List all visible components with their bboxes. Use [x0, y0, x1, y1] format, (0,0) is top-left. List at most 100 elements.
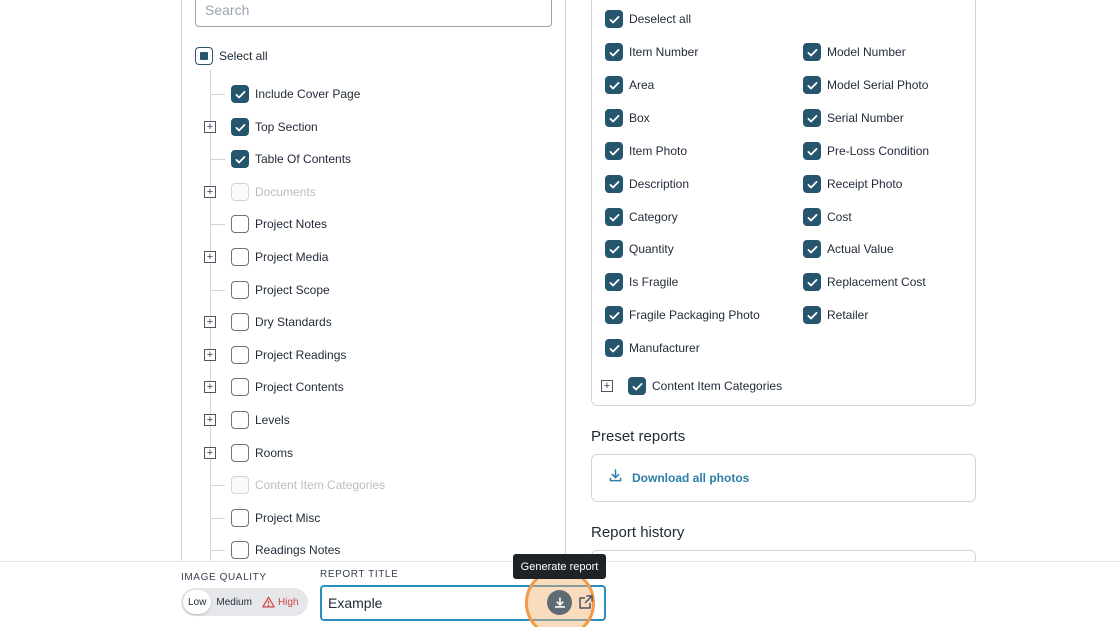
field-cost[interactable]: Cost — [803, 205, 852, 229]
tree-item-project-notes[interactable]: Project Notes — [231, 212, 327, 236]
tree-item-content-item-categories: Content Item Categories — [231, 473, 385, 497]
plus-square-icon[interactable]: + — [204, 251, 216, 263]
field-checkbox[interactable] — [605, 273, 623, 291]
field-checkbox[interactable] — [605, 175, 623, 193]
tree-item-checkbox[interactable] — [231, 313, 249, 331]
search-input[interactable] — [195, 0, 552, 27]
field-quantity[interactable]: Quantity — [605, 237, 674, 261]
tree-item-label: Levels — [255, 413, 290, 427]
content-item-categories-row[interactable]: Content Item Categories — [628, 374, 782, 398]
field-manufacturer[interactable]: Manufacturer — [605, 336, 700, 360]
tree-item-checkbox[interactable] — [231, 444, 249, 462]
tree-item-project-contents[interactable]: Project Contents — [231, 375, 344, 399]
field-checkbox[interactable] — [803, 76, 821, 94]
field-checkbox[interactable] — [605, 240, 623, 258]
tree-item-label: Documents — [255, 185, 316, 199]
quality-medium-option[interactable]: Medium — [211, 590, 257, 614]
field-checkbox[interactable] — [803, 109, 821, 127]
field-fragile-packaging-photo[interactable]: Fragile Packaging Photo — [605, 303, 760, 327]
field-checkbox[interactable] — [803, 175, 821, 193]
quality-low-option[interactable]: Low — [183, 590, 212, 614]
field-area[interactable]: Area — [605, 73, 654, 97]
select-all-row[interactable]: Select all — [195, 44, 268, 68]
field-checkbox[interactable] — [803, 142, 821, 160]
tree-item-project-scope[interactable]: Project Scope — [231, 278, 330, 302]
field-serial-number[interactable]: Serial Number — [803, 106, 904, 130]
open-report-button[interactable] — [577, 593, 595, 611]
field-checkbox[interactable] — [605, 306, 623, 324]
tree-item-checkbox[interactable] — [231, 509, 249, 527]
content-item-categories-checkbox[interactable] — [628, 377, 646, 395]
tree-item-rooms[interactable]: Rooms — [231, 441, 293, 465]
field-model-number[interactable]: Model Number — [803, 40, 906, 64]
tree-item-table-of-contents[interactable]: Table Of Contents — [231, 147, 351, 171]
quality-high-option[interactable]: High — [257, 590, 304, 614]
field-checkbox[interactable] — [605, 208, 623, 226]
tree-item-dry-standards[interactable]: Dry Standards — [231, 310, 332, 334]
tree-item-levels[interactable]: Levels — [231, 408, 290, 432]
field-checkbox[interactable] — [803, 306, 821, 324]
plus-square-icon[interactable]: + — [204, 414, 216, 426]
field-checkbox[interactable] — [803, 240, 821, 258]
tree-item-checkbox[interactable] — [231, 248, 249, 266]
tree-item-label: Top Section — [255, 120, 318, 134]
plus-square-icon[interactable]: + — [204, 186, 216, 198]
tree-item-checkbox[interactable] — [231, 541, 249, 559]
plus-square-icon[interactable]: + — [204, 121, 216, 133]
tree-item-checkbox[interactable] — [231, 150, 249, 168]
tree-item-project-readings[interactable]: Project Readings — [231, 343, 346, 367]
field-actual-value[interactable]: Actual Value — [803, 237, 894, 261]
plus-square-icon[interactable]: + — [204, 349, 216, 361]
tree-item-checkbox[interactable] — [231, 85, 249, 103]
report-title-caption: REPORT TITLE — [320, 569, 399, 580]
image-quality-toggle[interactable]: Low Medium High — [181, 588, 308, 616]
tree-item-project-media[interactable]: Project Media — [231, 245, 328, 269]
check-icon — [235, 155, 245, 163]
tree-item-checkbox[interactable] — [231, 118, 249, 136]
tree-branch-line — [210, 159, 225, 160]
plus-square-icon[interactable]: + — [204, 447, 216, 459]
plus-square-icon[interactable]: + — [601, 380, 613, 392]
tree-item-checkbox[interactable] — [231, 346, 249, 364]
tree-item-checkbox[interactable] — [231, 281, 249, 299]
field-checkbox[interactable] — [803, 208, 821, 226]
field-retailer[interactable]: Retailer — [803, 303, 868, 327]
tree-item-label: Content Item Categories — [255, 478, 386, 492]
report-history-heading: Report history — [591, 524, 685, 541]
tree-item-readings-notes[interactable]: Readings Notes — [231, 538, 340, 562]
field-description[interactable]: Description — [605, 172, 689, 196]
field-pre-loss-condition[interactable]: Pre-Loss Condition — [803, 139, 929, 163]
field-checkbox[interactable] — [605, 76, 623, 94]
field-model-serial-photo[interactable]: Model Serial Photo — [803, 73, 928, 97]
plus-square-icon[interactable]: + — [204, 381, 216, 393]
field-item-number[interactable]: Item Number — [605, 40, 698, 64]
field-checkbox[interactable] — [605, 109, 623, 127]
tree-item-checkbox[interactable] — [231, 411, 249, 429]
generate-report-button[interactable] — [547, 590, 572, 615]
select-all-checkbox[interactable] — [195, 47, 213, 65]
tree-item-label: Include Cover Page — [255, 87, 361, 101]
field-checkbox[interactable] — [605, 339, 623, 357]
field-checkbox[interactable] — [803, 43, 821, 61]
field-replacement-cost[interactable]: Replacement Cost — [803, 270, 926, 294]
tree-item-top-section[interactable]: Top Section — [231, 115, 318, 139]
deselect-all-row[interactable]: Deselect all — [605, 7, 691, 31]
download-all-photos-link[interactable]: Download all photos — [632, 471, 749, 485]
field-receipt-photo[interactable]: Receipt Photo — [803, 172, 902, 196]
plus-square-icon[interactable]: + — [204, 316, 216, 328]
tree-item-checkbox[interactable] — [231, 215, 249, 233]
download-icon[interactable] — [608, 468, 623, 488]
check-icon — [609, 114, 619, 122]
deselect-all-checkbox[interactable] — [605, 10, 623, 28]
check-icon — [807, 245, 817, 253]
field-is-fragile[interactable]: Is Fragile — [605, 270, 678, 294]
field-checkbox[interactable] — [605, 43, 623, 61]
field-checkbox[interactable] — [803, 273, 821, 291]
field-item-photo[interactable]: Item Photo — [605, 139, 687, 163]
tree-item-checkbox[interactable] — [231, 378, 249, 396]
field-box[interactable]: Box — [605, 106, 650, 130]
field-category[interactable]: Category — [605, 205, 678, 229]
tree-item-project-misc[interactable]: Project Misc — [231, 506, 320, 530]
tree-item-include-cover-page[interactable]: Include Cover Page — [231, 82, 360, 106]
field-checkbox[interactable] — [605, 142, 623, 160]
